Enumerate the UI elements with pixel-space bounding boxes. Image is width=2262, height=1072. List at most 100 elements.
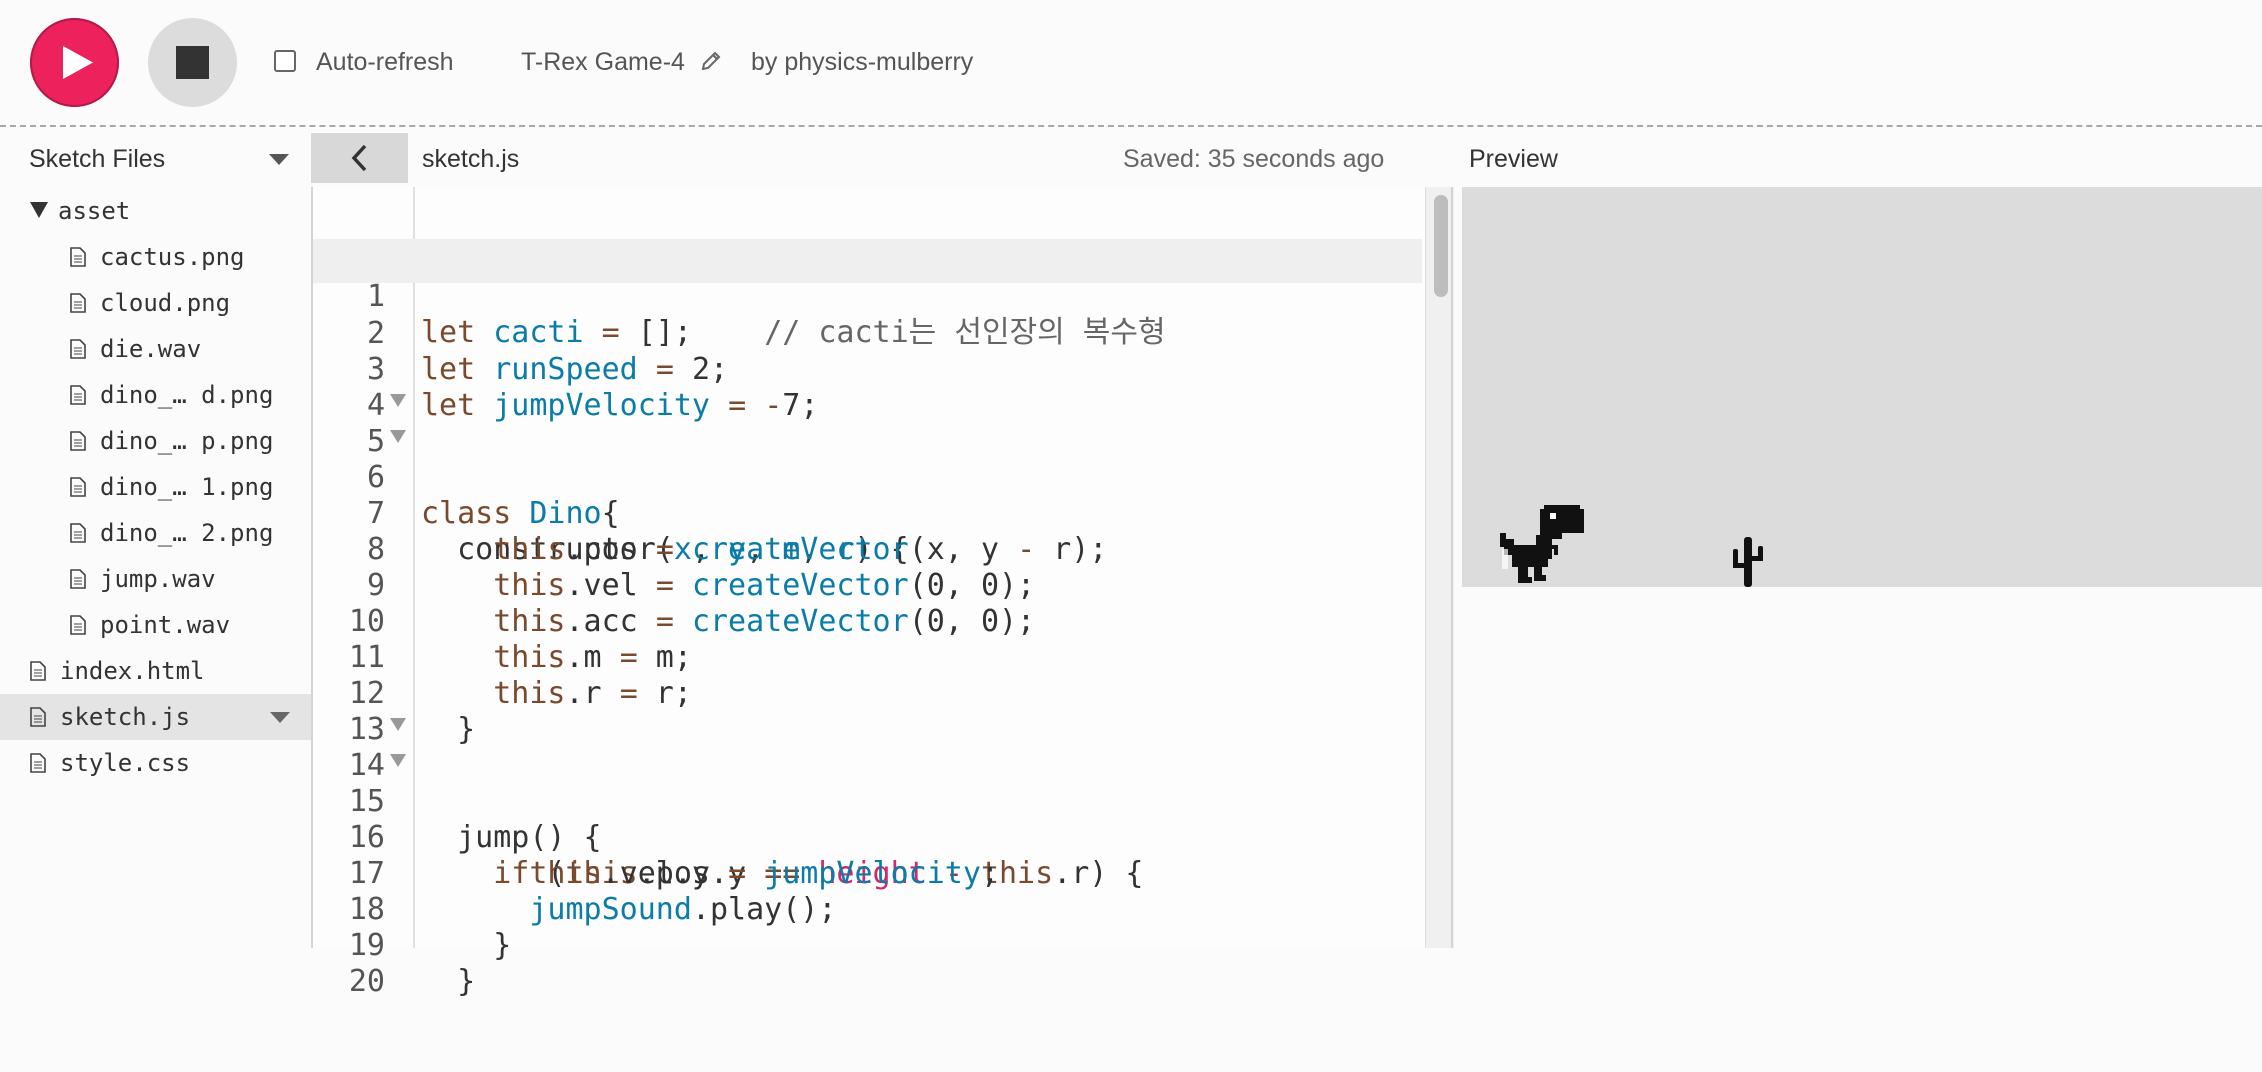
- code-text[interactable]: }: [421, 712, 475, 748]
- file-icon: [70, 293, 86, 313]
- code-line[interactable]: 12 }: [313, 640, 475, 747]
- play-button[interactable]: [30, 18, 119, 107]
- pencil-icon[interactable]: [700, 50, 722, 72]
- code-line[interactable]: 7 this.pos = createVector(x, y - r);: [313, 460, 1107, 567]
- tree-file-sketch-js[interactable]: sketch.js: [0, 694, 311, 740]
- active-line-highlight: [313, 239, 1422, 283]
- file-icon: [70, 247, 86, 267]
- code-line[interactable]: 18 }: [313, 856, 511, 963]
- stop-button[interactable]: [148, 18, 237, 107]
- auto-refresh-label[interactable]: Auto-refresh: [316, 48, 454, 76]
- tree-file-item[interactable]: die.wav: [0, 326, 311, 372]
- code-line[interactable]: 10 this.m = m;: [313, 568, 692, 675]
- scrollbar-thumb[interactable]: [1434, 195, 1448, 297]
- sketch-files-label[interactable]: Sketch Files: [29, 145, 165, 173]
- tree-file-index-html[interactable]: index.html: [0, 648, 311, 694]
- dino-sprite: [1500, 505, 1584, 583]
- tree-file-item[interactable]: dino_… d.png: [0, 372, 311, 418]
- code-line[interactable]: 6 constructor(x, y, m, r) {: [313, 424, 909, 567]
- file-label: style.css: [60, 749, 191, 777]
- sketch-title[interactable]: T-Rex Game-4: [521, 48, 685, 76]
- code-text[interactable]: let cacti = []; // cacti는 선인장의 복수형: [421, 315, 1166, 351]
- code-line[interactable]: 20: [313, 928, 385, 999]
- chevron-left-icon: [351, 144, 367, 172]
- code-line[interactable]: 14 jump() {: [313, 712, 602, 855]
- code-line[interactable]: 13: [313, 676, 385, 747]
- file-label: dino_… 2.png: [100, 519, 274, 547]
- file-tree: asset cactus.png cloud.png die.wav dino_…: [0, 188, 311, 948]
- code-line[interactable]: 3 let jumpVelocity = -7;: [313, 316, 818, 423]
- code-line[interactable]: 16 this.vel.y = jumpVelocity;: [313, 784, 999, 891]
- sketch-author[interactable]: by physics-mulberry: [751, 48, 973, 76]
- code-line[interactable]: 2 let runSpeed = 2;: [313, 280, 728, 387]
- editor-scrollbar[interactable]: [1425, 187, 1454, 948]
- file-label: dino_… p.png: [100, 427, 274, 455]
- code-text[interactable]: this.pos = createVector(x, y - r);: [421, 532, 1107, 568]
- file-label: die.wav: [100, 335, 202, 363]
- code-text[interactable]: let runSpeed = 2;: [421, 352, 728, 388]
- sketch-canvas[interactable]: [1462, 187, 2262, 587]
- file-options-chevron-icon[interactable]: [270, 712, 290, 724]
- file-label: cloud.png: [100, 289, 231, 317]
- fold-arrow-icon[interactable]: [389, 392, 407, 408]
- code-line[interactable]: 9 this.acc = createVector(0, 0);: [313, 532, 1035, 639]
- file-label: point.wav: [100, 611, 231, 639]
- file-icon: [30, 753, 46, 773]
- file-icon: [70, 431, 86, 451]
- code-line[interactable]: 4: [313, 352, 385, 423]
- preview-pane: [1451, 187, 2262, 948]
- code-line[interactable]: 1 let cacti = []; // cacti는 선인장의 복수형: [313, 243, 1166, 350]
- file-icon: [70, 523, 86, 543]
- code-line[interactable]: 17 jumpSound.play();: [313, 820, 837, 927]
- chevron-down-icon[interactable]: [269, 154, 289, 166]
- auto-refresh-checkbox[interactable]: [274, 50, 296, 72]
- play-icon: [63, 46, 93, 79]
- file-icon: [30, 661, 46, 681]
- code-text[interactable]: jump() {: [421, 820, 602, 856]
- code-text[interactable]: }: [421, 964, 475, 1000]
- file-label: cactus.png: [100, 243, 245, 271]
- fold-arrow-icon[interactable]: [389, 752, 407, 768]
- tree-file-item[interactable]: cactus.png: [0, 234, 311, 280]
- code-line[interactable]: 5 class Dino{: [313, 388, 620, 531]
- tree-file-item[interactable]: jump.wav: [0, 556, 311, 602]
- file-icon: [30, 707, 46, 727]
- code-text[interactable]: }: [421, 928, 511, 964]
- folder-label: asset: [58, 197, 131, 225]
- tree-file-item[interactable]: cloud.png: [0, 280, 311, 326]
- file-icon: [70, 569, 86, 589]
- code-text[interactable]: this.vel.y = jumpVelocity;: [421, 856, 999, 892]
- code-text[interactable]: this.vel = createVector(0, 0);: [421, 568, 1035, 604]
- code-text[interactable]: let jumpVelocity = -7;: [421, 388, 818, 424]
- tree-file-style-css[interactable]: style.css: [0, 740, 311, 786]
- code-editor[interactable]: 1 let cacti = []; // cacti는 선인장의 복수형 2 l…: [311, 187, 1454, 999]
- tree-file-item[interactable]: dino_… 2.png: [0, 510, 311, 556]
- code-text[interactable]: this.r = r;: [421, 676, 692, 712]
- file-label: sketch.js: [60, 703, 191, 731]
- tree-file-item[interactable]: point.wav: [0, 602, 311, 648]
- tree-file-item[interactable]: dino_… 1.png: [0, 464, 311, 510]
- code-line[interactable]: 8 this.vel = createVector(0, 0);: [313, 496, 1035, 603]
- code-line[interactable]: 11 this.r = r;: [313, 604, 692, 711]
- file-label: index.html: [60, 657, 205, 685]
- file-icon: [70, 477, 86, 497]
- preview-label: Preview: [1469, 145, 1558, 173]
- code-text[interactable]: jumpSound.play();: [421, 892, 836, 928]
- file-icon: [70, 385, 86, 405]
- code-line[interactable]: 19 }: [313, 892, 475, 999]
- code-line[interactable]: 15 if (this.pos.y == height - this.r) {: [313, 748, 1144, 891]
- save-status: Saved: 35 seconds ago: [1123, 145, 1385, 173]
- fold-arrow-icon[interactable]: [389, 428, 407, 444]
- collapse-sidebar-button[interactable]: [311, 133, 408, 183]
- toolbar: Auto-refresh T-Rex Game-4 by physics-mul…: [0, 0, 2262, 127]
- line-number: 20: [348, 964, 385, 999]
- code-text[interactable]: this.acc = createVector(0, 0);: [421, 604, 1035, 640]
- file-label: dino_… d.png: [100, 381, 274, 409]
- file-label: jump.wav: [100, 565, 216, 593]
- code-text[interactable]: class Dino{: [421, 496, 620, 532]
- tree-file-item[interactable]: dino_… p.png: [0, 418, 311, 464]
- code-text[interactable]: this.m = m;: [421, 640, 692, 676]
- folder-open-triangle-icon[interactable]: [30, 202, 48, 218]
- tree-folder-asset[interactable]: asset: [0, 188, 311, 234]
- fold-arrow-icon[interactable]: [389, 716, 407, 732]
